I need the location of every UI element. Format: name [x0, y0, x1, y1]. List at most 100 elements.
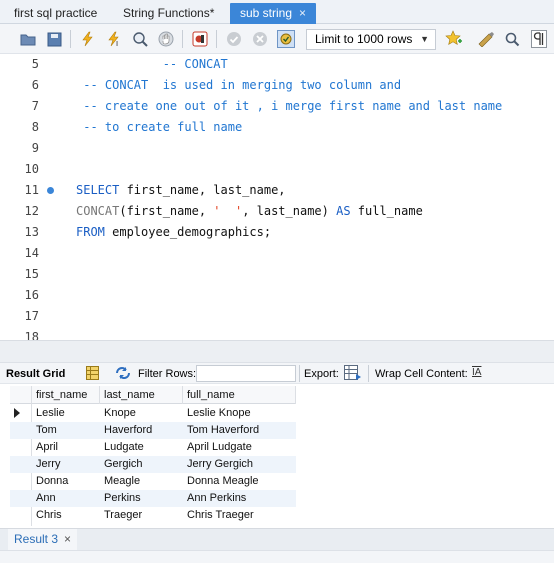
code-line[interactable]: -- to create full name: [76, 117, 242, 138]
table-row[interactable]: April Ludgate April Ludgate: [10, 439, 296, 456]
folder-icon[interactable]: [18, 29, 38, 49]
row-selector[interactable]: [10, 422, 32, 439]
code-line[interactable]: FROM employee_demographics;: [76, 222, 271, 243]
table-cell[interactable]: Chris Traeger: [183, 507, 254, 524]
export-icon[interactable]: [344, 365, 362, 385]
tab-string-functions[interactable]: String Functions*: [113, 3, 224, 24]
save-icon[interactable]: [44, 29, 64, 49]
beautify-icon[interactable]: [476, 29, 496, 49]
table-row[interactable]: Ann Perkins Ann Perkins: [10, 490, 296, 507]
statement-marker-icon: [47, 187, 54, 194]
code-line[interactable]: -- create one out of it , i merge first …: [76, 96, 502, 117]
add-snippet-star-icon[interactable]: [444, 29, 464, 49]
table-cell[interactable]: Tom: [32, 422, 57, 439]
line-number-gutter: 5 6 7 8 9 10 11 12 13 14 15 16 17 18: [6, 54, 70, 340]
table-cell[interactable]: Haverford: [100, 422, 152, 439]
table-cell[interactable]: Traeger: [100, 507, 142, 524]
line-number: 16: [24, 288, 39, 302]
table-cell[interactable]: Gergich: [100, 456, 143, 473]
tab-result-3[interactable]: Result 3 ×: [8, 529, 78, 551]
execute-icon[interactable]: [78, 29, 98, 49]
table-cell[interactable]: Chris: [32, 507, 62, 524]
column-header-full-name[interactable]: full_name: [183, 386, 296, 404]
filter-rows-label: Filter Rows:: [138, 368, 197, 380]
line-number: 9: [31, 141, 39, 155]
row-selector[interactable]: [10, 439, 32, 456]
tab-label: sub string: [240, 6, 293, 20]
table-cell[interactable]: April Ludgate: [183, 439, 252, 456]
execute-current-icon[interactable]: I: [104, 29, 124, 49]
table-cell[interactable]: Leslie Knope: [183, 405, 251, 422]
result-grid[interactable]: first_name last_name full_name Leslie Kno…: [10, 386, 296, 526]
table-cell[interactable]: Donna: [32, 473, 68, 490]
table-row[interactable]: Chris Traeger Chris Traeger: [10, 507, 296, 524]
status-bar: [0, 550, 554, 563]
table-row[interactable]: Leslie Knope Leslie Knope: [10, 405, 296, 422]
table-cell[interactable]: Ludgate: [100, 439, 144, 456]
explain-icon[interactable]: [130, 29, 150, 49]
table-row[interactable]: Donna Meagle Donna Meagle: [10, 473, 296, 490]
row-selector-header: [10, 386, 32, 404]
table-cell[interactable]: Leslie: [32, 405, 65, 422]
refresh-icon[interactable]: [115, 366, 131, 384]
tab-label: String Functions*: [123, 6, 215, 20]
code-token: full_name: [350, 204, 423, 218]
close-icon[interactable]: ×: [64, 532, 71, 546]
tab-sub-string[interactable]: sub string ×: [230, 3, 317, 24]
autocommit-icon[interactable]: [276, 29, 296, 49]
invisibles-icon[interactable]: [529, 29, 549, 49]
code-line[interactable]: -- CONCAT: [76, 54, 228, 75]
filter-rows-input[interactable]: [196, 365, 296, 382]
code-line[interactable]: CONCAT(first_name, ' ', last_name) AS fu…: [76, 201, 423, 222]
limit-rows-select[interactable]: Limit to 1000 rows ▼: [306, 29, 436, 50]
table-cell[interactable]: Jerry: [32, 456, 60, 473]
column-header-last-name[interactable]: last_name: [100, 386, 183, 404]
limit-rows-label: Limit to 1000 rows: [315, 32, 413, 46]
table-cell[interactable]: Jerry Gergich: [183, 456, 253, 473]
row-selector[interactable]: [10, 473, 32, 490]
panel-splitter[interactable]: [0, 340, 554, 362]
row-selector[interactable]: [10, 507, 32, 524]
line-number: 8: [31, 120, 39, 134]
result-grid-label[interactable]: Result Grid: [6, 367, 65, 381]
toolbar-divider: [70, 30, 71, 48]
table-row[interactable]: Jerry Gergich Jerry Gergich: [10, 456, 296, 473]
stop-icon[interactable]: [156, 29, 176, 49]
toolbar-divider: [216, 30, 217, 48]
code-token: FROM: [76, 225, 105, 239]
table-cell[interactable]: Knope: [100, 405, 136, 422]
row-selector[interactable]: [10, 405, 32, 422]
tab-label: first sql practice: [14, 6, 98, 20]
wrap-cell-icon[interactable]: IA: [472, 366, 481, 380]
tab-first-sql-practice[interactable]: first sql practice: [4, 3, 107, 24]
close-icon[interactable]: ×: [299, 3, 306, 23]
table-cell[interactable]: Perkins: [100, 490, 141, 507]
code-token: , last_name): [242, 204, 337, 218]
code-line[interactable]: SELECT first_name, last_name,: [76, 180, 286, 201]
toolbar-divider: [299, 365, 300, 382]
find-icon[interactable]: [502, 29, 522, 49]
commit-icon[interactable]: [224, 29, 244, 49]
grid-view-icon[interactable]: [86, 366, 99, 384]
row-selector[interactable]: [10, 490, 32, 507]
table-cell[interactable]: Tom Haverford: [183, 422, 259, 439]
rollback-icon[interactable]: [250, 29, 270, 49]
row-selector[interactable]: [10, 456, 32, 473]
grid-header-row: first_name last_name full_name: [10, 386, 296, 404]
line-number: 6: [31, 78, 39, 92]
current-row-icon: [14, 408, 20, 418]
table-cell[interactable]: Ann: [32, 490, 56, 507]
toggle-continue-icon[interactable]: [190, 29, 210, 49]
table-cell[interactable]: April: [32, 439, 58, 456]
table-cell[interactable]: Meagle: [100, 473, 140, 490]
table-row[interactable]: Tom Haverford Tom Haverford: [10, 422, 296, 439]
code-token: ' ': [213, 204, 243, 218]
code-token: CONCAT: [76, 204, 120, 218]
line-number: 13: [24, 225, 39, 239]
table-cell[interactable]: Ann Perkins: [183, 490, 246, 507]
toolbar-divider: [182, 30, 183, 48]
table-cell[interactable]: Donna Meagle: [183, 473, 259, 490]
sql-editor[interactable]: 5 6 7 8 9 10 11 12 13 14 15 16 17 18 -- CONCAT -- CON…: [0, 54, 554, 340]
code-line[interactable]: -- CONCAT is used in merging two column …: [76, 75, 401, 96]
column-header-first-name[interactable]: first_name: [32, 386, 100, 404]
